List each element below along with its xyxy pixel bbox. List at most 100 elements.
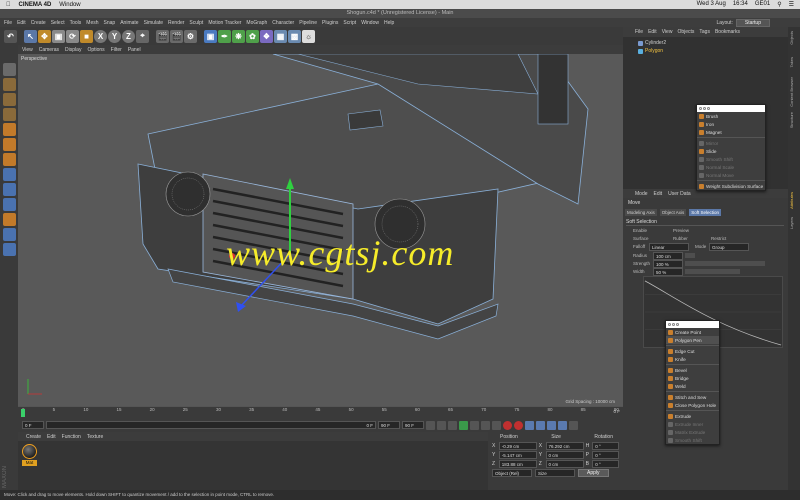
menu-item-weld[interactable]: Weld <box>666 382 719 390</box>
record-icon[interactable] <box>503 420 512 430</box>
menu-simulate[interactable]: Simulate <box>144 20 163 26</box>
keyframe-selection-icon[interactable] <box>525 420 534 430</box>
viewport-menu-filter[interactable]: Filter <box>111 47 122 53</box>
array-icon[interactable]: ✿ <box>246 29 259 43</box>
menu-motion-tracker[interactable]: Motion Tracker <box>208 20 241 26</box>
camera-icon[interactable]: ▩ <box>288 29 301 43</box>
car-model-wireframe[interactable] <box>18 54 623 406</box>
side-tab-objects[interactable]: Objects <box>789 31 794 45</box>
make-editable-icon[interactable] <box>2 63 16 76</box>
menu-item-slide[interactable]: Slide <box>697 147 765 155</box>
apple-icon[interactable]:  <box>6 2 11 8</box>
menu-tools[interactable]: Tools <box>70 20 82 26</box>
app-menu[interactable]: CINEMA 4D <box>19 2 52 8</box>
strength-slider[interactable] <box>685 261 765 266</box>
rotation-b-field[interactable]: 0 ° <box>592 460 619 468</box>
object-menu-view[interactable]: View <box>662 29 673 35</box>
light-icon[interactable]: ☼ <box>302 29 315 43</box>
play-icon[interactable] <box>459 420 468 430</box>
object-menu-tags[interactable]: Tags <box>699 29 710 35</box>
side-tab-structure[interactable]: Structure <box>789 112 794 128</box>
rotation-key-icon[interactable] <box>558 420 567 430</box>
playhead[interactable] <box>21 409 25 417</box>
strength-field[interactable]: 100 % <box>653 260 683 268</box>
rotation-p-field[interactable]: 0 ° <box>592 451 619 459</box>
position-y-field[interactable]: -5.147 cm <box>498 451 537 459</box>
menu-item-knife[interactable]: Knife <box>666 355 719 363</box>
render-view-icon[interactable]: 🎬 <box>156 29 169 43</box>
menu-item-polygon-pen[interactable]: Polygon Pen <box>666 336 719 344</box>
viewport-menu-cameras[interactable]: Cameras <box>39 47 59 53</box>
size-y-field[interactable]: 0 cm <box>545 451 584 459</box>
side-tab-layers[interactable]: Layers <box>789 217 794 229</box>
tweak-mode-icon[interactable] <box>2 198 16 211</box>
menu-list-icon[interactable]: ☰ <box>789 1 794 8</box>
timeline-ruler[interactable]: 051015202530354045505560657075808590 0 F <box>18 406 623 418</box>
go-to-end-icon[interactable] <box>492 420 501 430</box>
viewport-menu-panel[interactable]: Panel <box>128 47 141 53</box>
tab-modeling-axis[interactable]: Modeling Axis <box>625 209 657 216</box>
material-menu-texture[interactable]: Texture <box>87 434 103 440</box>
attr-menu-user-data[interactable]: User Data <box>668 191 691 197</box>
menu-character[interactable]: Character <box>272 20 294 26</box>
material-menu-create[interactable]: Create <box>26 434 41 440</box>
coordinate-mode-select[interactable]: Object (Rel) <box>492 469 532 477</box>
side-tab-takes[interactable]: Takes <box>789 57 794 67</box>
timeline-menu-icon[interactable] <box>569 420 578 430</box>
deformer-icon[interactable]: ❖ <box>260 29 273 43</box>
falloff-select[interactable]: Linear <box>649 243 689 251</box>
user-name[interactable]: GE01 <box>755 1 770 8</box>
attr-menu-mode[interactable]: Mode <box>635 191 648 197</box>
lock-workplane-icon[interactable] <box>2 228 16 241</box>
cube-icon[interactable]: ▣ <box>204 29 217 43</box>
viewport-menu-view[interactable]: View <box>22 47 33 53</box>
menu-item-normal-scale[interactable]: Normal Scale <box>697 163 765 171</box>
menu-render[interactable]: Render <box>168 20 184 26</box>
edges-mode-icon[interactable] <box>2 138 16 151</box>
menu-item-magnet[interactable]: Magnet <box>697 128 765 136</box>
rotate-icon[interactable]: ⟳ <box>66 29 79 43</box>
menu-item-stitch-and-sew[interactable]: Stitch and Sew <box>666 393 719 401</box>
previous-key-icon[interactable] <box>437 420 446 430</box>
menu-item-mirror[interactable]: Mirror <box>697 139 765 147</box>
max-frame-field[interactable]: 90 F <box>402 421 424 429</box>
tab-soft-selection[interactable]: Soft Selection <box>689 209 722 216</box>
end-frame-field[interactable]: 90 F <box>378 421 400 429</box>
menu-item-smooth-shift[interactable]: Smooth Shift <box>697 155 765 163</box>
radius-field[interactable]: 100 cm <box>653 252 683 260</box>
move-icon[interactable]: ✥ <box>38 29 51 43</box>
model-mode-icon[interactable] <box>2 78 16 91</box>
menu-item-close-polygon-hole[interactable]: Close Polygon Hole <box>666 401 719 409</box>
menu-sculpt[interactable]: Sculpt <box>189 20 203 26</box>
material-menu-function[interactable]: Function <box>62 434 81 440</box>
position-key-icon[interactable] <box>536 420 545 430</box>
size-mode-select[interactable]: Size <box>535 469 575 477</box>
position-x-field[interactable]: -0.29 cm <box>498 442 537 450</box>
next-key-icon[interactable] <box>481 420 490 430</box>
render-picture-viewer-icon[interactable]: 🎬 <box>170 29 183 43</box>
uv-mode-icon[interactable] <box>2 168 16 181</box>
current-frame-field[interactable]: 0 F <box>46 421 376 429</box>
render-settings-icon[interactable]: ⚙ <box>184 29 197 43</box>
size-x-field[interactable]: 76.292 cm <box>545 442 584 450</box>
texture-mode-icon[interactable] <box>2 93 16 106</box>
mode-select[interactable]: Group <box>709 243 749 251</box>
menu-window[interactable]: Window <box>361 20 379 26</box>
enable-axis-icon[interactable] <box>2 183 16 196</box>
object-row-polygon[interactable]: Polygon <box>623 47 788 55</box>
tab-object-axis[interactable]: Object Axis <box>659 209 687 216</box>
menu-item-matrix-extrude[interactable]: Matrix Extrude <box>666 428 719 436</box>
planar-workplane-icon[interactable] <box>2 243 16 256</box>
polygons-mode-icon[interactable] <box>2 153 16 166</box>
width-field[interactable]: 50 % <box>653 268 683 276</box>
menu-item-bevel[interactable]: Bevel <box>666 366 719 374</box>
material-menu-edit[interactable]: Edit <box>47 434 56 440</box>
select-arrow-icon[interactable]: ↖ <box>24 29 37 43</box>
object-menu-bookmarks[interactable]: Bookmarks <box>715 29 740 35</box>
popup-title-bar[interactable] <box>697 105 765 112</box>
perspective-viewport[interactable]: Perspective www.cgtsj.com Grid Spacing :… <box>18 54 623 406</box>
subdivision-icon[interactable]: ❋ <box>232 29 245 43</box>
attr-menu-edit[interactable]: Edit <box>654 191 663 197</box>
menu-help[interactable]: Help <box>384 20 394 26</box>
start-frame-field[interactable]: 0 F <box>22 421 44 429</box>
